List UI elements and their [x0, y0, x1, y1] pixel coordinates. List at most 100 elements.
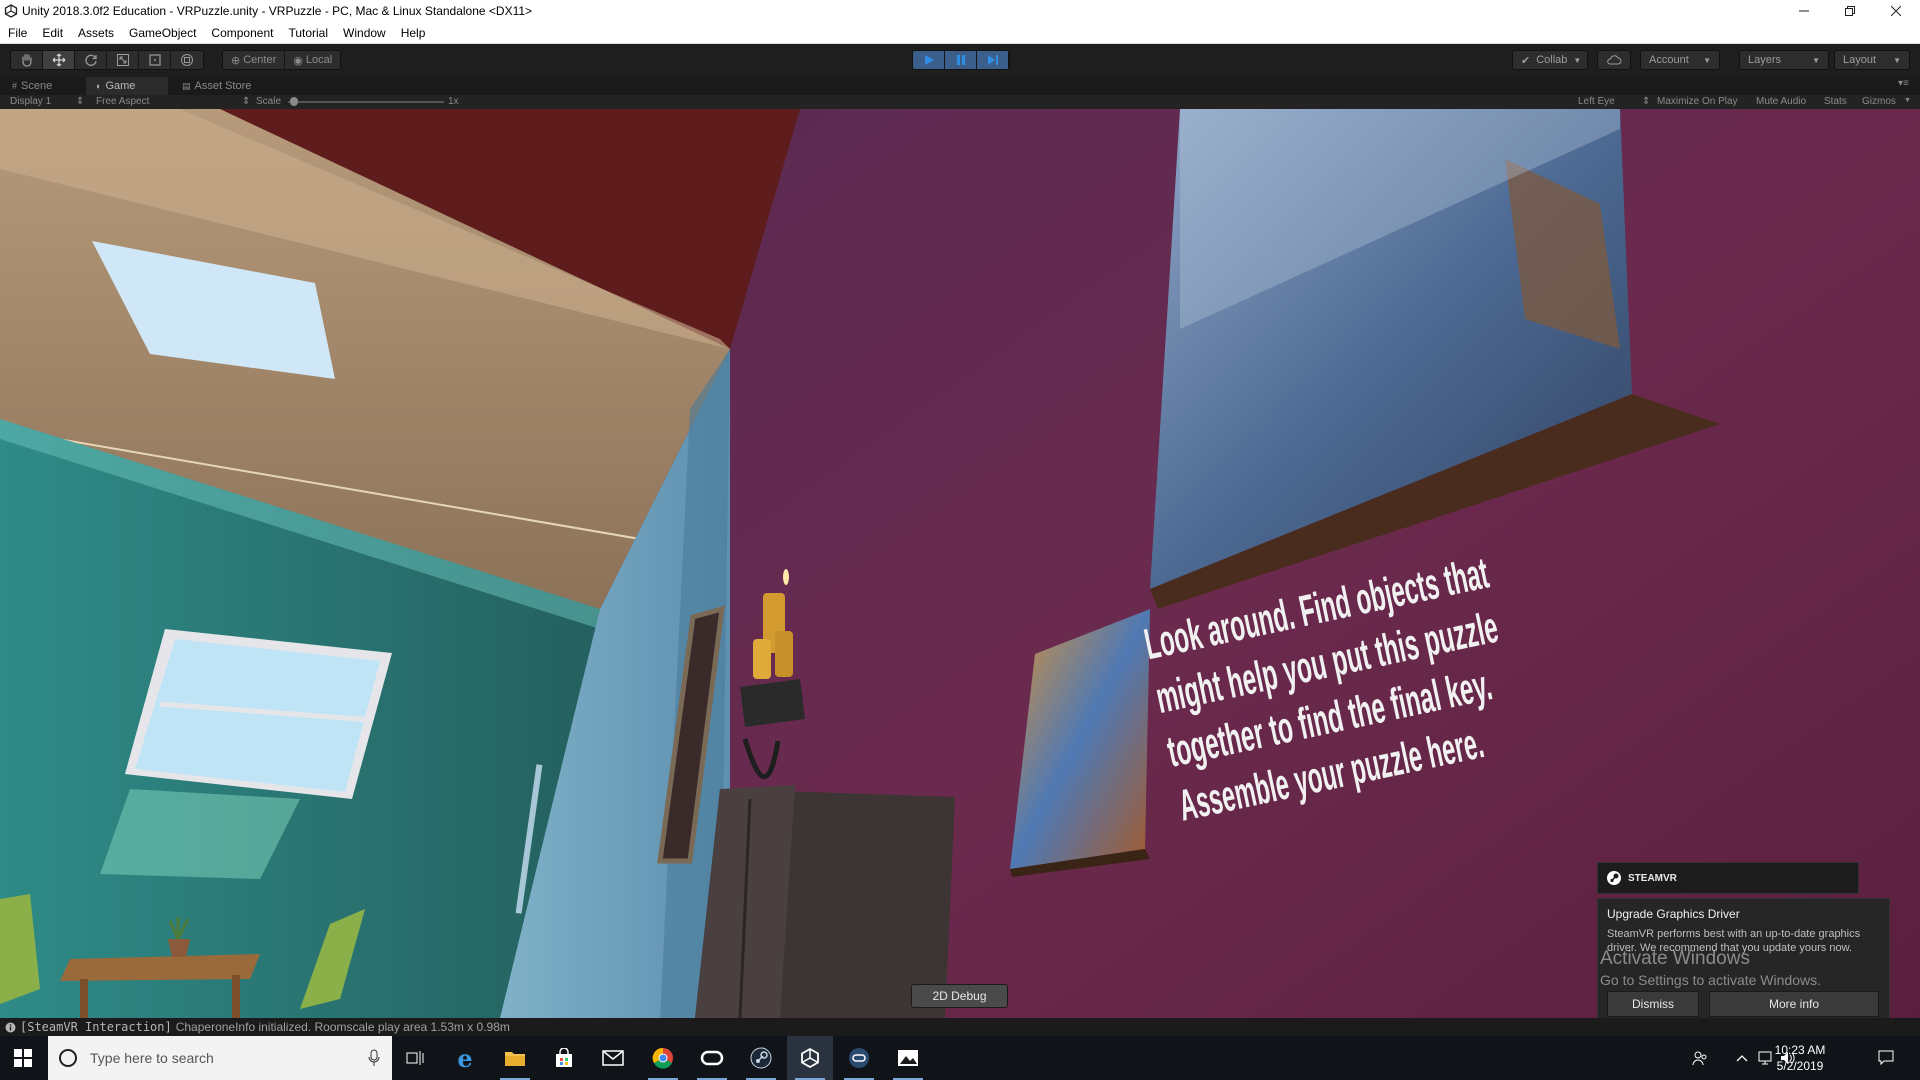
steamvr-button[interactable]	[836, 1036, 882, 1080]
search-placeholder: Type here to search	[90, 1050, 214, 1066]
oculus-button[interactable]	[689, 1036, 735, 1080]
chevron-down-icon: ▼	[1703, 55, 1711, 65]
photos-button[interactable]	[885, 1036, 931, 1080]
task-view-button[interactable]	[392, 1036, 438, 1080]
globe-icon: ◉	[293, 54, 303, 67]
pivot-toggle[interactable]: ⊕ Center	[223, 51, 286, 69]
minimize-button[interactable]	[1781, 0, 1827, 22]
menu-component[interactable]: Component	[203, 26, 280, 40]
gizmos-dropdown[interactable]: Gizmos	[1862, 96, 1896, 107]
file-explorer-button[interactable]	[492, 1036, 538, 1080]
play-controls	[912, 50, 1010, 70]
scale-slider[interactable]	[288, 101, 444, 103]
cloud-button[interactable]	[1597, 50, 1631, 70]
scale-icon	[116, 54, 129, 66]
mail-button[interactable]	[590, 1036, 636, 1080]
status-message: ChaperoneInfo initialized. Roomscale pla…	[175, 1020, 510, 1034]
close-button[interactable]	[1873, 0, 1919, 22]
unity-icon	[4, 4, 18, 18]
2d-debug-button[interactable]: 2D Debug	[911, 984, 1008, 1008]
chrome-icon	[652, 1047, 673, 1069]
scale-slider-thumb[interactable]	[290, 97, 298, 106]
panel-menu-icon[interactable]: ▾≡	[1898, 78, 1909, 89]
game-icon: ◐	[96, 81, 102, 91]
taskbar-clock[interactable]: 10:23 AM 5/2/2019	[1760, 1042, 1840, 1074]
scale-tool-button[interactable]	[107, 51, 139, 69]
tab-scene[interactable]: # Scene	[2, 77, 62, 95]
layout-label: Layout	[1843, 54, 1877, 66]
maximize-on-play-toggle[interactable]: Maximize On Play	[1657, 96, 1738, 107]
layout-dropdown[interactable]: Layout ▼	[1834, 50, 1910, 70]
steam-icon	[750, 1047, 772, 1069]
play-button[interactable]	[913, 51, 945, 69]
transform-tools	[10, 50, 204, 70]
window-title: Unity 2018.3.0f2 Education - VRPuzzle.un…	[22, 4, 533, 18]
move-tool-button[interactable]	[43, 51, 75, 69]
menu-gameobject[interactable]: GameObject	[121, 26, 203, 40]
status-tag: [SteamVR Interaction]	[20, 1020, 172, 1034]
activate-windows-watermark: Activate Windows Go to Settings to activ…	[1600, 948, 1821, 988]
restore-icon	[1845, 6, 1855, 16]
chevron-down-icon: ▼	[1573, 55, 1582, 65]
notification-icon	[1878, 1050, 1894, 1066]
clock-time: 10:23 AM	[1774, 1043, 1826, 1057]
pivot-label: Center	[243, 54, 277, 66]
unity-button[interactable]	[787, 1036, 833, 1080]
watermark-line-1: Activate Windows	[1600, 948, 1750, 969]
collab-label: Collab	[1536, 54, 1568, 66]
aspect-dropdown[interactable]: Free Aspect	[96, 96, 149, 107]
dismiss-button[interactable]: Dismiss	[1607, 991, 1699, 1017]
collab-button[interactable]: ✔ Collab ▼	[1512, 50, 1588, 70]
pause-icon	[956, 55, 965, 65]
menu-assets[interactable]: Assets	[70, 26, 121, 40]
more-info-button[interactable]: More info	[1709, 991, 1879, 1017]
notification-title: Upgrade Graphics Driver	[1607, 907, 1740, 921]
rect-tool-button[interactable]	[139, 51, 171, 69]
console-status-bar[interactable]: [SteamVR Interaction] ChaperoneInfo init…	[0, 1018, 1920, 1036]
chevron-down-icon: ▼	[1812, 55, 1820, 65]
stats-toggle[interactable]: Stats	[1824, 96, 1847, 107]
layers-dropdown[interactable]: Layers ▼	[1739, 50, 1829, 70]
tab-game[interactable]: ◐ Game	[86, 77, 168, 95]
taskbar-search-box[interactable]: Type here to search	[48, 1036, 392, 1080]
store-icon: ▤	[182, 80, 191, 91]
chrome-button[interactable]	[640, 1036, 686, 1080]
start-button[interactable]	[0, 1036, 46, 1080]
pause-button[interactable]	[945, 51, 977, 69]
chevron-up-icon	[1736, 1055, 1748, 1062]
steam-button[interactable]	[738, 1036, 784, 1080]
folder-icon	[505, 1052, 525, 1066]
hand-tool-button[interactable]	[11, 51, 43, 69]
menu-tutorial[interactable]: Tutorial	[280, 26, 335, 40]
restore-button[interactable]	[1827, 0, 1873, 22]
transform-icon	[181, 54, 193, 66]
people-button[interactable]	[1684, 1036, 1716, 1080]
edge-icon: e	[457, 1043, 473, 1073]
tab-asset-store[interactable]: ▤ Asset Store	[172, 77, 261, 95]
menu-help[interactable]: Help	[393, 26, 433, 40]
transform-tool-button[interactable]	[171, 51, 203, 69]
close-icon	[1891, 6, 1901, 16]
menu-window[interactable]: Window	[335, 26, 393, 40]
chevron-down-icon: ▼	[1893, 55, 1901, 65]
menu-edit[interactable]: Edit	[34, 26, 70, 40]
chevron-updown-icon: ⇕	[1642, 96, 1651, 107]
edge-browser-button[interactable]: e	[442, 1036, 488, 1080]
step-button[interactable]	[977, 51, 1009, 69]
action-center-button[interactable]	[1864, 1036, 1908, 1080]
rotate-tool-button[interactable]	[75, 51, 107, 69]
unity-toolbar: ⊕ Center ◉ Local ✔ Collab ▼ Account ▼ La…	[0, 44, 1920, 77]
people-icon	[1692, 1051, 1707, 1066]
eye-dropdown[interactable]: Left Eye	[1578, 96, 1615, 107]
mute-audio-toggle[interactable]: Mute Audio	[1756, 96, 1806, 107]
chevron-down-icon: ▼	[1904, 97, 1911, 104]
image-icon	[898, 1050, 918, 1066]
space-toggle[interactable]: ◉ Local	[285, 51, 340, 69]
account-dropdown[interactable]: Account ▼	[1640, 50, 1720, 70]
tab-asset-store-label: Asset Store	[194, 80, 252, 92]
store-button[interactable]	[541, 1036, 587, 1080]
task-view-icon	[406, 1051, 424, 1065]
menu-file[interactable]: File	[0, 26, 34, 40]
display-dropdown[interactable]: Display 1	[10, 96, 51, 107]
steamvr-icon	[849, 1048, 869, 1068]
